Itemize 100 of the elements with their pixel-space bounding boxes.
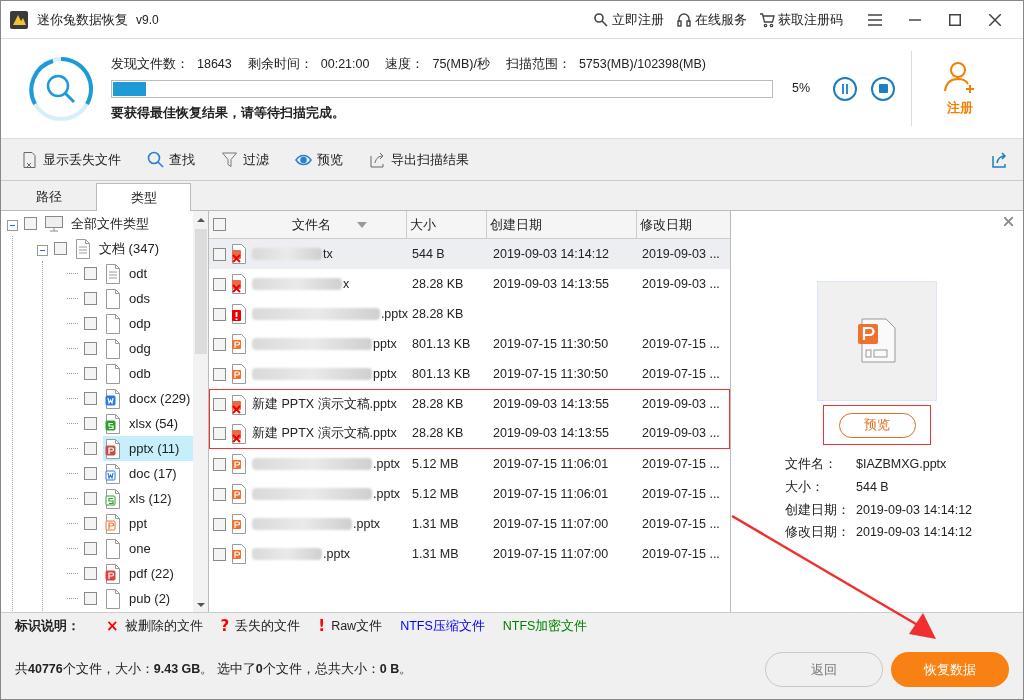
tree-item[interactable]: odt xyxy=(103,261,193,286)
checkbox[interactable] xyxy=(213,517,226,531)
title-bar-link[interactable]: 获取注册码 xyxy=(759,9,843,30)
table-cell-text: 5.12 MB xyxy=(411,455,460,473)
tab[interactable]: 类型 xyxy=(96,183,191,211)
table-cell-text: 2019-07-15 ... xyxy=(641,545,720,563)
legend-label: NTFS压缩文件 xyxy=(400,618,485,636)
tree-item[interactable]: pub (2) xyxy=(103,586,193,611)
collapse-icon[interactable] xyxy=(37,244,48,256)
checkbox[interactable] xyxy=(84,467,97,480)
scrollbar[interactable] xyxy=(193,211,208,612)
table-cell-text: 2019-07-15 ... xyxy=(641,335,720,353)
tree-item[interactable]: odb xyxy=(103,361,193,386)
toolbar-button[interactable]: 过滤 xyxy=(221,149,269,170)
checkbox[interactable] xyxy=(84,567,97,580)
table-cell-text: 28.28 KB xyxy=(411,275,465,293)
title-bar-link[interactable]: 立即注册 xyxy=(593,9,664,30)
table-row[interactable]: pptx 801.13 KB 2019-07-15 11:30:50 2019-07-15 ... xyxy=(209,329,730,359)
checkbox[interactable] xyxy=(213,337,226,351)
scroll-up-icon[interactable] xyxy=(196,217,205,223)
column-header[interactable]: 文件名 xyxy=(292,214,331,235)
table-cell-text: 5.12 MB xyxy=(411,485,460,503)
checkbox[interactable] xyxy=(213,427,226,440)
minimize-icon xyxy=(909,18,921,21)
tree-item[interactable]: doc (17) xyxy=(103,461,193,486)
tree-item[interactable]: ppt xyxy=(103,511,193,536)
checkbox[interactable] xyxy=(213,547,226,561)
checkbox[interactable] xyxy=(213,398,226,411)
tree-item[interactable]: pdf (22) xyxy=(103,561,193,586)
checkbox[interactable] xyxy=(213,247,226,261)
checkbox[interactable] xyxy=(84,367,97,380)
checkbox[interactable] xyxy=(24,217,37,230)
table-cell-text: 28.28 KB xyxy=(411,425,465,443)
checkbox[interactable] xyxy=(84,267,97,280)
checkbox[interactable] xyxy=(84,317,97,330)
close-button[interactable] xyxy=(1004,217,1013,226)
title-bar-link[interactable]: 在线服务 xyxy=(676,9,747,30)
stop-button[interactable] xyxy=(871,76,895,101)
table-row[interactable]: 新建 PPTX 演示文稿.pptx 28.28 KB 2019-09-03 14:13:55 2019-09-03 ... xyxy=(209,389,730,419)
tree-item[interactable]: 全部文件类型 xyxy=(43,211,193,236)
table-row[interactable]: tx 544 B 2019-09-03 14:14:12 2019-09-03 ... xyxy=(209,239,730,269)
tree-item[interactable]: odp xyxy=(103,311,193,336)
checkbox[interactable] xyxy=(213,277,226,291)
checkbox[interactable] xyxy=(84,492,97,505)
checkbox[interactable] xyxy=(84,292,97,305)
toolbar-button[interactable]: 预览 xyxy=(295,149,343,170)
table-row[interactable]: .pptx 1.31 MB 2019-07-15 11:07:00 2019-07-15 ... xyxy=(209,539,730,569)
tree-item[interactable]: 文档 (347) xyxy=(73,236,193,261)
stat-value: 18643 xyxy=(197,55,232,73)
checkbox[interactable] xyxy=(213,457,226,471)
back-button[interactable]: 返回 xyxy=(765,652,883,687)
scroll-down-icon[interactable] xyxy=(196,602,205,608)
file-name: x xyxy=(343,275,350,293)
checkbox[interactable] xyxy=(84,417,97,430)
checkbox[interactable] xyxy=(213,487,226,501)
table-cell-text: 544 B xyxy=(411,245,446,263)
column-header[interactable]: 创建日期 xyxy=(487,211,637,238)
checkbox[interactable] xyxy=(84,342,97,355)
detail-value: 2019-09-03 14:14:12 xyxy=(856,501,973,519)
raw-file-icon xyxy=(231,304,247,324)
table-row[interactable]: 新建 PPTX 演示文稿.pptx 28.28 KB 2019-09-03 14:13:55 2019-09-03 ... xyxy=(209,419,730,449)
toolbar-button[interactable]: 查找 xyxy=(147,149,195,170)
table-row[interactable]: .pptx 5.12 MB 2019-07-15 11:06:01 2019-07-15 ... xyxy=(209,479,730,509)
tree-item[interactable]: docx (229) xyxy=(103,386,193,411)
table-row[interactable]: .pptx 28.28 KB xyxy=(209,299,730,329)
table-row[interactable]: .pptx 5.12 MB 2019-07-15 11:06:01 2019-07-15 ... xyxy=(209,449,730,479)
checkbox[interactable] xyxy=(54,242,67,255)
collapse-icon[interactable] xyxy=(7,219,18,231)
table-row[interactable]: x 28.28 KB 2019-09-03 14:13:55 2019-09-03 ... xyxy=(209,269,730,299)
column-header[interactable]: 修改日期 xyxy=(637,211,730,238)
share-icon xyxy=(991,150,1009,169)
table-row[interactable]: pptx 801.13 KB 2019-07-15 11:30:50 2019-07-15 ... xyxy=(209,359,730,389)
toolbar-button[interactable]: 显示丢失文件 xyxy=(21,149,121,170)
tree-item[interactable]: odg xyxy=(103,336,193,361)
column-header[interactable]: 大小 xyxy=(407,211,487,238)
stat-value: 00:21:00 xyxy=(320,55,370,73)
table-cell-text: 2019-07-15 ... xyxy=(641,455,720,473)
checkbox[interactable] xyxy=(84,517,97,530)
checkbox[interactable] xyxy=(84,392,97,405)
checkbox[interactable] xyxy=(84,542,97,555)
tree-item[interactable]: ods xyxy=(103,286,193,311)
tree-item[interactable]: xlsx (54) xyxy=(103,411,193,436)
stat-label: 速度： xyxy=(385,55,425,73)
tree-item[interactable]: xls (12) xyxy=(103,486,193,511)
toolbar-button[interactable]: 导出扫描结果 xyxy=(369,149,469,170)
checkbox[interactable] xyxy=(213,307,226,321)
checkbox[interactable] xyxy=(213,218,226,231)
checkbox[interactable] xyxy=(84,592,97,605)
scan-message: 要获得最佳恢复结果，请等待扫描完成。 xyxy=(111,104,346,122)
tree-item[interactable]: pptx (11) xyxy=(103,436,193,461)
file-name: 新建 PPTX 演示文稿.pptx xyxy=(252,396,397,414)
slides-file-icon xyxy=(231,454,247,474)
checkbox[interactable] xyxy=(213,367,226,381)
tab[interactable]: 路径 xyxy=(1,183,96,210)
checkbox[interactable] xyxy=(84,442,97,455)
pause-button[interactable] xyxy=(833,76,857,101)
table-row[interactable]: .pptx 1.31 MB 2019-07-15 11:07:00 2019-07-15 ... xyxy=(209,509,730,539)
share-button[interactable] xyxy=(991,150,1009,169)
tree-item[interactable]: one xyxy=(103,536,193,561)
table-cell-text: 2019-09-03 ... xyxy=(641,245,720,263)
